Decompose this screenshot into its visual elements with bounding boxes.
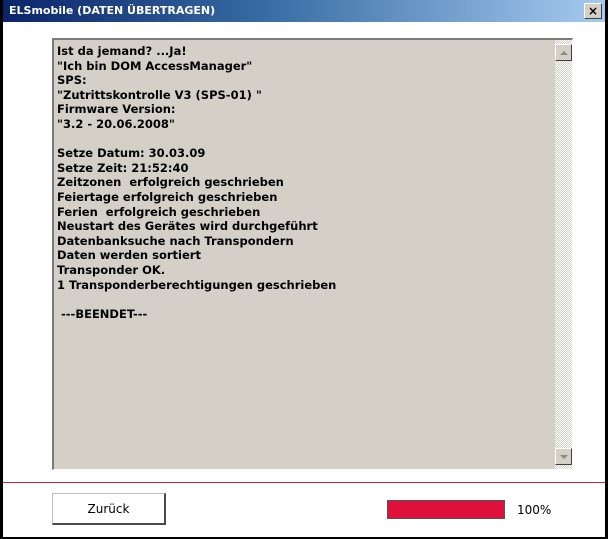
- scroll-up-arrow-icon: [559, 50, 568, 55]
- progress-bar-fill: [388, 501, 504, 518]
- scroll-up-button[interactable]: [555, 44, 572, 61]
- footer-divider: [3, 482, 605, 483]
- window-title: ELSmobile (DATEN ÜBERTRAGEN): [9, 4, 216, 17]
- vertical-scrollbar[interactable]: [555, 40, 572, 469]
- title-bar[interactable]: ELSmobile (DATEN ÜBERTRAGEN) ×: [3, 0, 605, 22]
- back-button[interactable]: Zurück: [52, 493, 166, 525]
- close-icon: ×: [587, 4, 599, 18]
- dialog-window: ELSmobile (DATEN ÜBERTRAGEN) × Ist da je…: [0, 0, 608, 539]
- close-button[interactable]: ×: [584, 3, 602, 19]
- transfer-log-textarea[interactable]: Ist da jemand? ...Ja! "Ich bin DOM Acces…: [52, 38, 573, 470]
- progress-percent: 100%: [517, 503, 552, 517]
- scroll-down-button[interactable]: [555, 448, 572, 465]
- progress-bar: [387, 500, 505, 519]
- scroll-down-arrow-icon: [559, 454, 568, 459]
- transfer-log-text: Ist da jemand? ...Ja! "Ich bin DOM Acces…: [57, 44, 337, 321]
